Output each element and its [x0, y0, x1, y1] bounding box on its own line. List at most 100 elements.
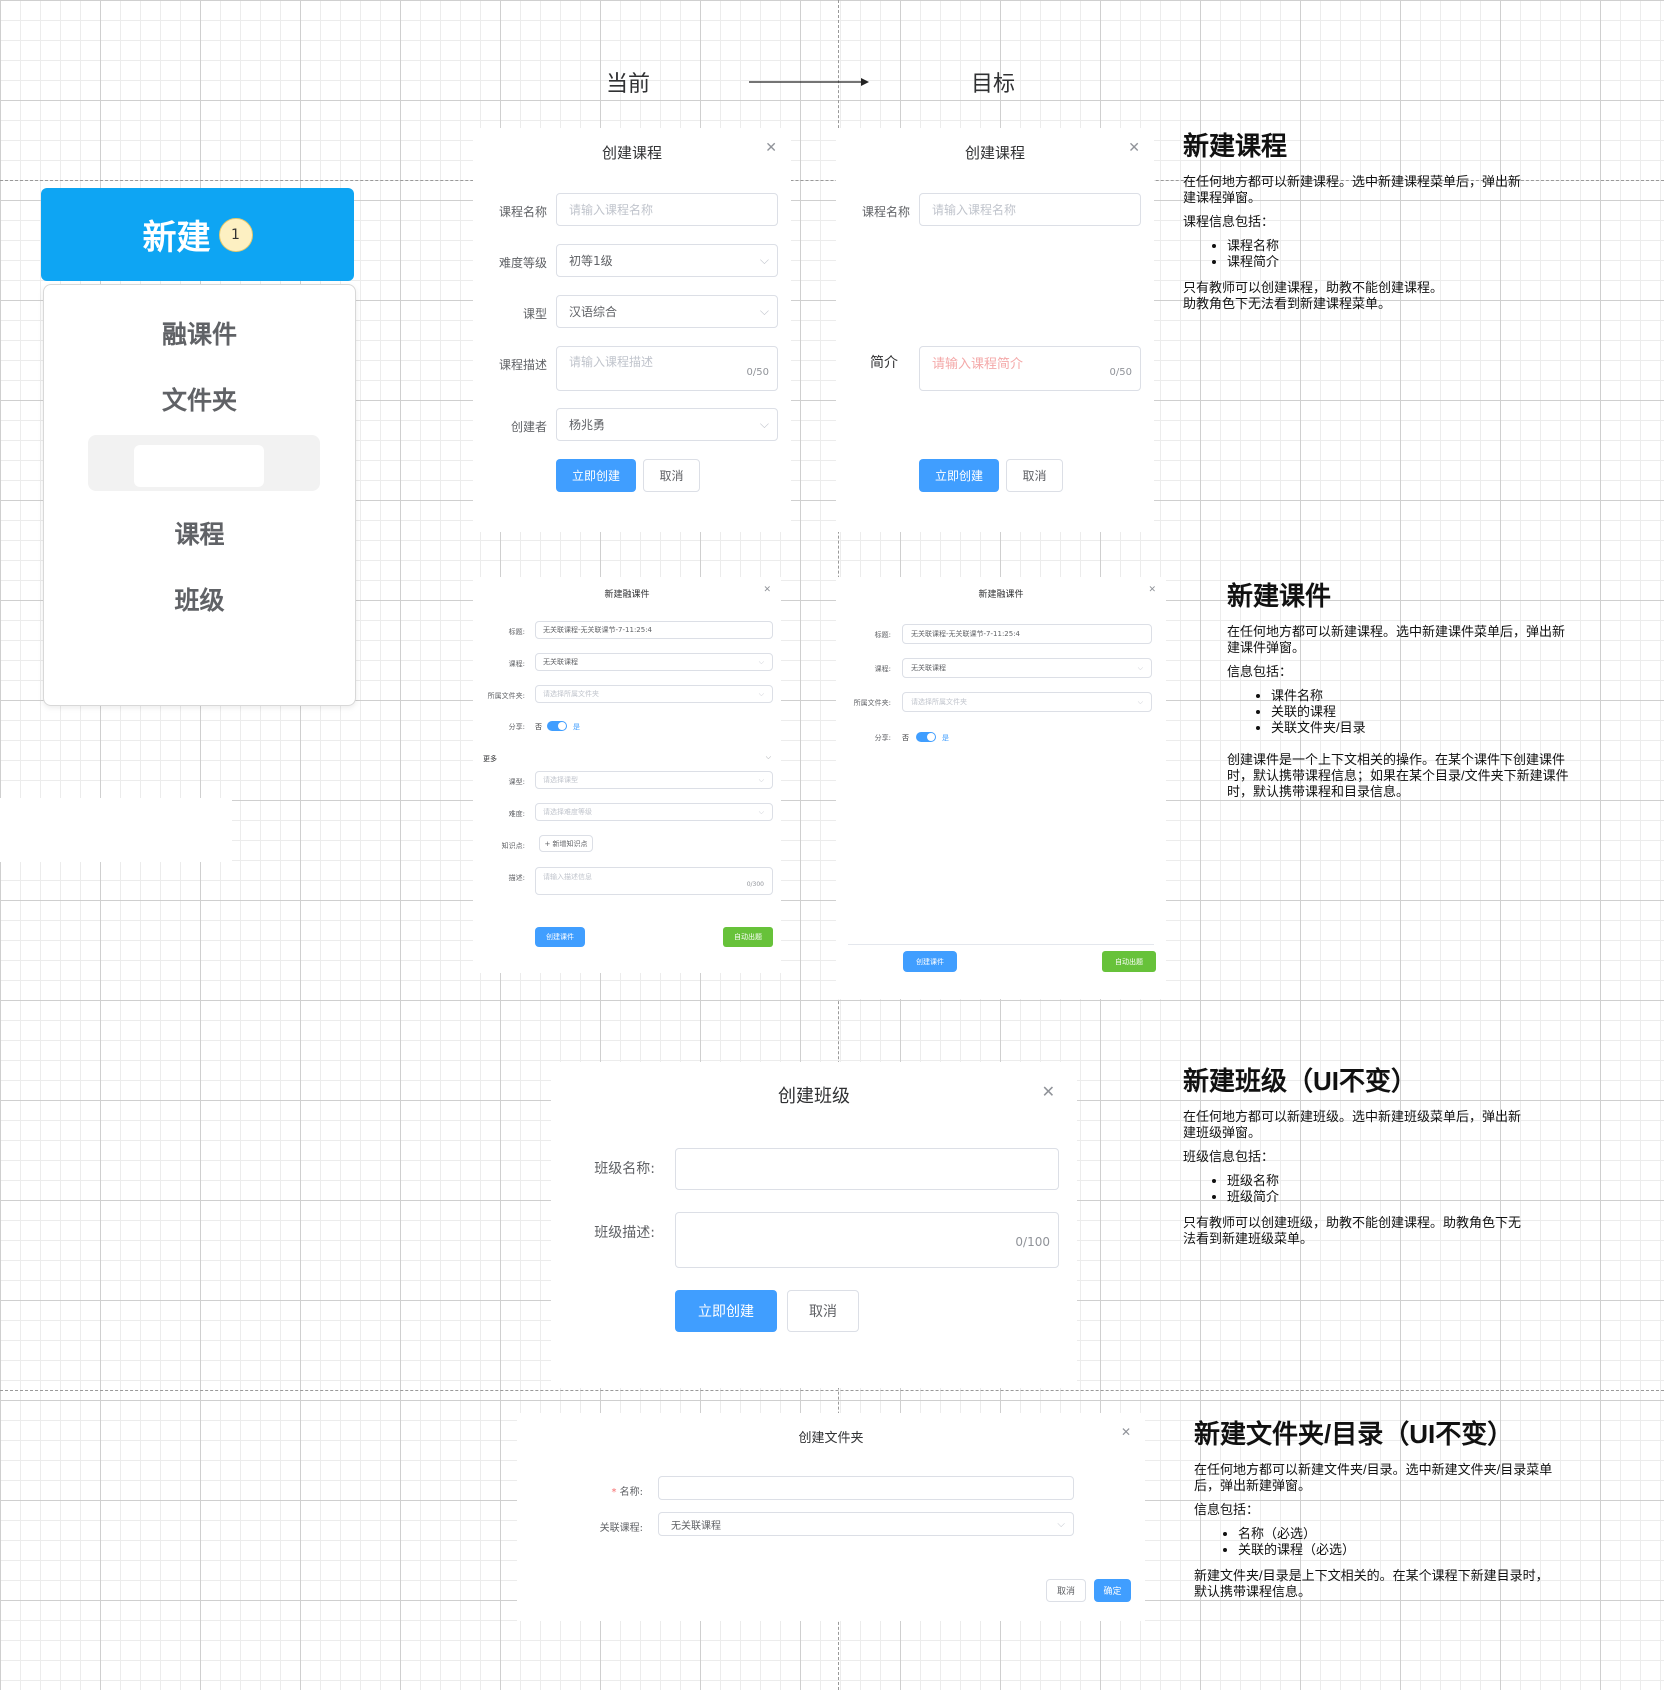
difficulty-select[interactable]: 请选择难度等级 ⌵ — [535, 803, 773, 821]
course-name-input[interactable]: 请输入课程名称 — [556, 193, 778, 226]
close-icon[interactable]: ✕ — [1042, 1082, 1055, 1101]
difficulty-label: 难度: — [508, 810, 525, 818]
close-icon[interactable]: ✕ — [763, 585, 771, 595]
current-label: 当前 — [606, 72, 651, 97]
create-folder-dialog: 创建文件夹 ✕ * 名称: 关联课程: 无关联课程 ⌵ 取消 确定 — [517, 1413, 1145, 1621]
new-courseware-dialog-current: 新建融课件 ✕ 标题: 无关联课程-无关联课节-7-11:25:4 课程: 无关… — [473, 577, 781, 973]
create-class-dialog: 创建班级 ✕ 班级名称: 班级描述: 0/100 立即创建 取消 — [551, 1062, 1077, 1388]
dialog-title: 创建课程 — [964, 144, 1025, 162]
bottom-guide-line — [0, 1390, 1664, 1391]
chevron-down-icon[interactable]: ⌵ — [766, 753, 771, 762]
course-select[interactable]: 无关联课程 ⌵ — [902, 658, 1152, 678]
note-new-folder: 新建文件夹/目录（UI不变） 在任何地方都可以新建文件夹/目录。选中新建文件夹/… — [1194, 1418, 1554, 1608]
new-button[interactable]: 新建 1 — [41, 188, 354, 281]
related-course-label: 关联课程: — [599, 1523, 643, 1534]
chevron-down-icon: ⌵ — [1137, 697, 1143, 706]
create-courseware-button[interactable]: 创建课件 — [903, 951, 957, 972]
title-label: 标题: — [508, 628, 525, 636]
cancel-button[interactable]: 取消 — [1046, 1579, 1086, 1602]
chevron-down-icon: ⌵ — [759, 417, 769, 431]
level-label: 难度等级 — [498, 256, 547, 270]
related-course-select[interactable]: 无关联课程 ⌵ — [658, 1512, 1074, 1536]
create-course-dialog-target: 创建课程 ✕ 课程名称 请输入课程名称 简介 请输入课程简介 0/50 立即创建 … — [836, 128, 1154, 532]
note-heading: 新建课件 — [1227, 581, 1332, 611]
close-icon[interactable]: ✕ — [1148, 585, 1156, 595]
share-label: 分享: — [508, 723, 525, 731]
chevron-down-icon: ⌵ — [758, 807, 764, 816]
share-yes: 是 — [573, 723, 580, 731]
type-label: 课型 — [522, 307, 547, 321]
chevron-down-icon: ⌵ — [758, 657, 764, 666]
add-knowledge-button[interactable]: + 新增知识点 — [539, 835, 593, 852]
note-new-class: 新建班级（UI不变） 在任何地方都可以新建班级。选中新建班级菜单后，弹出新建班级… — [1183, 1065, 1533, 1255]
class-name-input[interactable] — [675, 1148, 1059, 1190]
dialog-title: 创建课程 — [601, 144, 662, 162]
arrow-icon — [749, 72, 869, 92]
course-label: 课程: — [874, 665, 891, 673]
footer-divider — [848, 944, 1154, 945]
folder-label: 所属文件夹: — [853, 699, 891, 707]
cancel-button[interactable]: 取消 — [643, 459, 700, 492]
desc-label: 描述: — [508, 874, 525, 882]
title-input[interactable]: 无关联课程-无关联课节-7-11:25:4 — [902, 624, 1152, 644]
type-select[interactable]: 汉语综合 ⌵ — [556, 295, 778, 328]
chevron-down-icon: ⌵ — [758, 689, 764, 698]
chevron-down-icon: ⌵ — [759, 253, 769, 267]
level-select[interactable]: 初等1级 ⌵ — [556, 244, 778, 277]
share-toggle[interactable] — [547, 721, 567, 731]
create-button[interactable]: 立即创建 — [556, 459, 636, 492]
class-desc-textarea[interactable]: 0/100 — [675, 1212, 1059, 1268]
create-button[interactable]: 立即创建 — [919, 459, 999, 492]
desc-label: 课程描述 — [498, 358, 547, 372]
course-label: 课程: — [508, 660, 525, 668]
ok-button[interactable]: 确定 — [1094, 1579, 1131, 1602]
course-name-input[interactable]: 请输入课程名称 — [919, 193, 1141, 226]
chevron-down-icon: ⌵ — [758, 775, 764, 784]
note-heading: 新建课程 — [1183, 131, 1288, 161]
cancel-button[interactable]: 取消 — [787, 1290, 859, 1332]
create-courseware-button[interactable]: 创建课件 — [535, 927, 585, 947]
more-label[interactable]: 更多 — [483, 754, 497, 764]
close-icon[interactable]: ✕ — [1128, 140, 1140, 156]
new-courseware-dialog-target: 新建融课件 ✕ 标题: 无关联课程-无关联课节-7-11:25:4 课程: 无关… — [836, 577, 1166, 999]
knowledge-label: 知识点: — [501, 842, 525, 850]
close-icon[interactable]: ✕ — [1121, 1425, 1131, 1439]
target-label: 目标 — [971, 72, 1016, 97]
share-no: 否 — [902, 734, 909, 742]
menu-item-class[interactable]: 班级 — [44, 581, 355, 617]
desc-textarea[interactable]: 请输入课程描述 0/50 — [556, 346, 778, 391]
course-select[interactable]: 无关联课程 ⌵ — [535, 653, 773, 671]
course-name-label: 课程名称 — [861, 205, 910, 219]
create-button[interactable]: 立即创建 — [675, 1290, 777, 1332]
note-new-course: 新建课程 在任何地方都可以新建课程。选中新建课程菜单后，弹出新建课程弹窗。 课程… — [1183, 130, 1533, 320]
share-toggle[interactable] — [916, 732, 936, 742]
auto-question-button[interactable]: 自动出题 — [723, 927, 773, 947]
step-badge: 1 — [218, 217, 253, 252]
folder-label: 所属文件夹: — [487, 692, 525, 700]
share-no: 否 — [535, 723, 542, 731]
intro-textarea[interactable]: 请输入课程简介 0/50 — [919, 346, 1141, 391]
folder-select[interactable]: 请选择所属文件夹 ⌵ — [902, 692, 1152, 712]
new-label: 新建 — [142, 218, 211, 258]
cancel-button[interactable]: 取消 — [1006, 459, 1063, 492]
menu-item-blank — [88, 435, 320, 491]
menu-item-course[interactable]: 课程 — [44, 515, 355, 551]
ctype-select[interactable]: 请选择课型 ⌵ — [535, 771, 773, 789]
share-yes: 是 — [942, 734, 949, 742]
menu-item-courseware[interactable]: 融课件 — [44, 315, 355, 351]
desc-textarea[interactable]: 请输入描述信息 0/300 — [535, 867, 773, 895]
folder-select[interactable]: 请选择所属文件夹 ⌵ — [535, 685, 773, 703]
chevron-down-icon: ⌵ — [1137, 663, 1143, 672]
auto-question-button[interactable]: 自动出题 — [1102, 951, 1156, 972]
create-course-dialog-current: 创建课程 ✕ 课程名称 请输入课程名称 难度等级 初等1级 ⌵ 课型 汉语综合 ⌵ … — [473, 128, 791, 532]
title-input[interactable]: 无关联课程-无关联课节-7-11:25:4 — [535, 621, 773, 639]
chevron-down-icon: ⌵ — [759, 304, 769, 318]
creator-select[interactable]: 杨兆勇 ⌵ — [556, 408, 778, 441]
close-icon[interactable]: ✕ — [765, 140, 777, 156]
course-name-label: 课程名称 — [498, 205, 547, 219]
folder-name-input[interactable] — [658, 1476, 1074, 1500]
folder-name-label: * 名称: — [611, 1487, 643, 1498]
new-menu-dropdown: 融课件 文件夹 课程 班级 — [43, 284, 356, 706]
menu-item-folder[interactable]: 文件夹 — [44, 381, 355, 417]
class-desc-label: 班级描述: — [594, 1225, 655, 1241]
